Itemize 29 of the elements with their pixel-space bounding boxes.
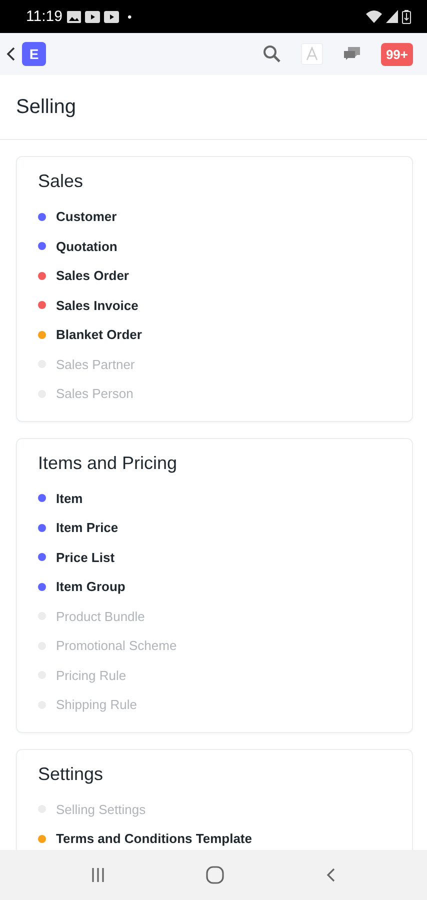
shortcut-link[interactable]: Price List — [56, 550, 115, 565]
search-icon[interactable] — [262, 45, 281, 63]
shortcut-link[interactable]: Customer — [56, 209, 117, 224]
signal-icon — [386, 10, 398, 23]
back-icon[interactable] — [326, 867, 336, 883]
page-title: Selling — [16, 96, 76, 118]
video-icon — [85, 10, 100, 22]
chat-icon[interactable] — [342, 46, 361, 62]
clock: 11:19 — [26, 8, 62, 25]
card-title: Settings — [38, 764, 104, 784]
shortcut-link[interactable]: Terms and Conditions Template — [56, 831, 252, 846]
shortcut-link[interactable]: Item Price — [56, 520, 118, 536]
battery-icon — [402, 10, 411, 24]
video-icon — [104, 10, 120, 22]
shortcut-link[interactable]: Sales Invoice — [56, 298, 138, 313]
home-icon[interactable] — [206, 866, 224, 884]
app-logo[interactable]: E — [22, 42, 46, 66]
shortcut-link[interactable]: Item Group — [56, 579, 126, 594]
wifi-icon — [366, 10, 382, 23]
notification-dot: • — [127, 10, 132, 24]
back-button[interactable] — [6, 46, 16, 62]
recent-apps-icon[interactable] — [90, 867, 105, 883]
gallery-icon — [67, 10, 82, 22]
shortcut-link[interactable]: Item — [56, 490, 83, 506]
shortcut-link[interactable]: Sales Order — [56, 268, 129, 284]
card-title: Items and Pricing — [38, 452, 178, 474]
shortcut-link[interactable]: Quotation — [56, 238, 118, 254]
shortcut-link[interactable]: Blanket Order — [56, 327, 142, 342]
card-title: Sales — [38, 171, 84, 192]
